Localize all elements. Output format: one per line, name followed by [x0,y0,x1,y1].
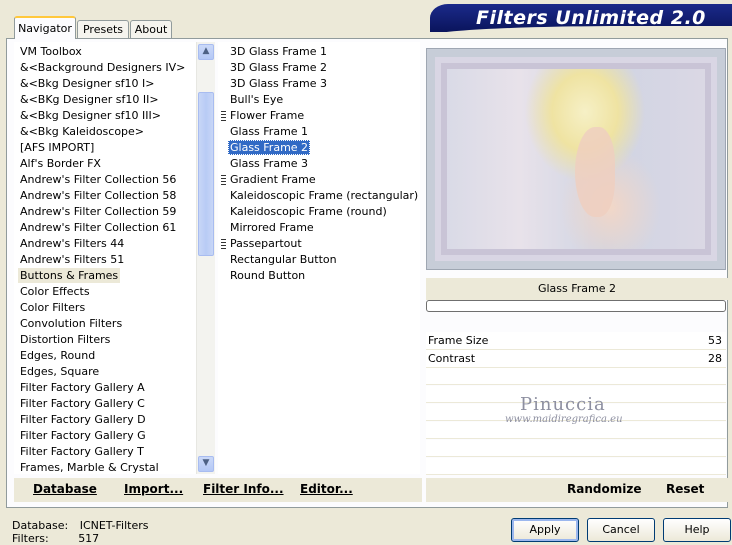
param-frame-size[interactable]: Frame Size 53 [426,332,726,350]
watermark-name: Pinuccia [520,394,606,415]
filter-info-button[interactable]: Filter Info... [203,482,284,496]
filter-item[interactable]: Glass Frame 2 [228,140,311,155]
param-label: Contrast [428,352,476,365]
selected-filter-name: Glass Frame 2 [426,278,728,300]
category-item[interactable]: Andrew's Filter Collection 59 [18,204,178,219]
category-item[interactable]: Distortion Filters [18,332,112,347]
category-item[interactable]: &<Bkg Designer sf10 I> [18,76,157,91]
tab-navigator[interactable]: Navigator [14,16,76,39]
category-item[interactable]: Color Filters [18,300,87,315]
reset-button[interactable]: Reset [666,482,704,496]
category-item[interactable]: Andrew's Filter Collection 58 [18,188,178,203]
category-item[interactable]: Alf's Border FX [18,156,103,171]
category-item[interactable]: Filter Factory Gallery D [18,412,148,427]
help-button[interactable]: Help [663,518,731,542]
category-item[interactable]: Frames, Marble & Crystal [18,460,161,474]
filter-item[interactable]: 3D Glass Frame 2 [228,60,329,75]
scroll-down-icon[interactable]: ▼ [198,456,214,472]
category-item[interactable]: Edges, Round [18,348,97,363]
category-list[interactable]: VM Toolbox &<Background Designers IV> &<Bk… [14,42,196,474]
status-database-label: Database: [12,519,69,532]
preview-frame [426,48,726,270]
category-item[interactable]: [AFS IMPORT] [18,140,96,155]
filter-item[interactable]: 3D Glass Frame 3 [228,76,329,91]
progress-bar [426,300,726,312]
category-item[interactable]: &<Bkg Designer sf10 III> [18,108,163,123]
filter-item[interactable]: Round Button [228,268,307,283]
status-database: Database: ICNET-Filters [12,519,148,532]
category-item[interactable]: Filter Factory Gallery C [18,396,147,411]
editor-label: Editor... [300,482,353,496]
category-scrollbar[interactable]: ▲ ▼ [196,42,215,474]
status-filters-label: Filters: [12,532,49,545]
category-item[interactable]: Convolution Filters [18,316,124,331]
empty-param-row [426,368,726,385]
tab-presets[interactable]: Presets [77,20,129,38]
category-item[interactable]: &<Background Designers IV> [18,60,187,75]
scroll-thumb[interactable] [198,92,214,256]
preview-image [435,57,717,261]
empty-param-row [426,458,726,475]
filter-item[interactable]: Rectangular Button [228,252,339,267]
category-item[interactable]: VM Toolbox [18,44,84,59]
category-item[interactable]: Andrew's Filters 44 [18,236,126,251]
category-item[interactable]: Filter Factory Gallery A [18,380,147,395]
filter-item[interactable]: Glass Frame 1 [228,124,310,139]
filter-item[interactable]: Mirrored Frame [228,220,316,235]
scroll-up-icon[interactable]: ▲ [198,44,214,60]
grip-icon [221,239,226,249]
tab-about[interactable]: About [130,20,172,38]
category-item[interactable]: Edges, Square [18,364,101,379]
filter-item[interactable]: Gradient Frame [228,172,318,187]
status-filters: Filters: 517 [12,532,99,545]
category-item[interactable]: &<BKg Designer sf10 II> [18,92,161,107]
cancel-button[interactable]: Cancel [587,518,655,542]
empty-param-row [426,440,726,457]
filter-list[interactable]: 3D Glass Frame 1 3D Glass Frame 2 3D Glass… [218,42,420,474]
status-filters-value: 517 [78,532,100,545]
category-item[interactable]: Andrew's Filter Collection 61 [18,220,178,235]
status-database-value: ICNET-Filters [79,519,149,532]
app-title: Filters Unlimited 2.0 [476,7,706,29]
filter-item[interactable]: 3D Glass Frame 1 [228,44,329,59]
preview-portrait [575,127,615,217]
import-button[interactable]: Import... [124,482,183,496]
filter-item[interactable]: Glass Frame 3 [228,156,310,171]
filter-info-label: Filter Info... [203,482,284,496]
param-value[interactable]: 28 [708,350,722,367]
filter-item[interactable]: Kaleidoscopic Frame (rectangular) [228,188,420,203]
filter-item[interactable]: Kaleidoscopic Frame (round) [228,204,389,219]
grip-icon [221,175,226,185]
category-item[interactable]: &<Bkg Kaleidoscope> [18,124,146,139]
category-item[interactable]: Filter Factory Gallery T [18,444,146,459]
category-item[interactable]: Color Effects [18,284,92,299]
grip-icon [221,111,226,121]
param-value[interactable]: 53 [708,332,722,349]
filter-item[interactable]: Bull's Eye [228,92,285,107]
watermark-url: www.maidiregrafica.eu [505,414,623,425]
category-item[interactable]: Buttons & Frames [18,268,121,283]
import-label: Import... [124,482,184,496]
param-label: Frame Size [428,334,489,347]
filter-item[interactable]: Flower Frame [228,108,306,123]
apply-button[interactable]: Apply [511,518,579,542]
editor-button[interactable]: Editor... [300,482,353,496]
param-contrast[interactable]: Contrast 28 [426,350,726,368]
randomize-button[interactable]: Randomize [567,482,641,496]
database-button[interactable]: Database [33,482,97,496]
app-banner: Filters Unlimited 2.0 [430,4,732,32]
category-item[interactable]: Andrew's Filter Collection 56 [18,172,178,187]
category-item[interactable]: Andrew's Filters 51 [18,252,126,267]
category-item[interactable]: Filter Factory Gallery G [18,428,148,443]
database-label: Database [33,482,97,496]
filter-item[interactable]: Passepartout [228,236,304,251]
